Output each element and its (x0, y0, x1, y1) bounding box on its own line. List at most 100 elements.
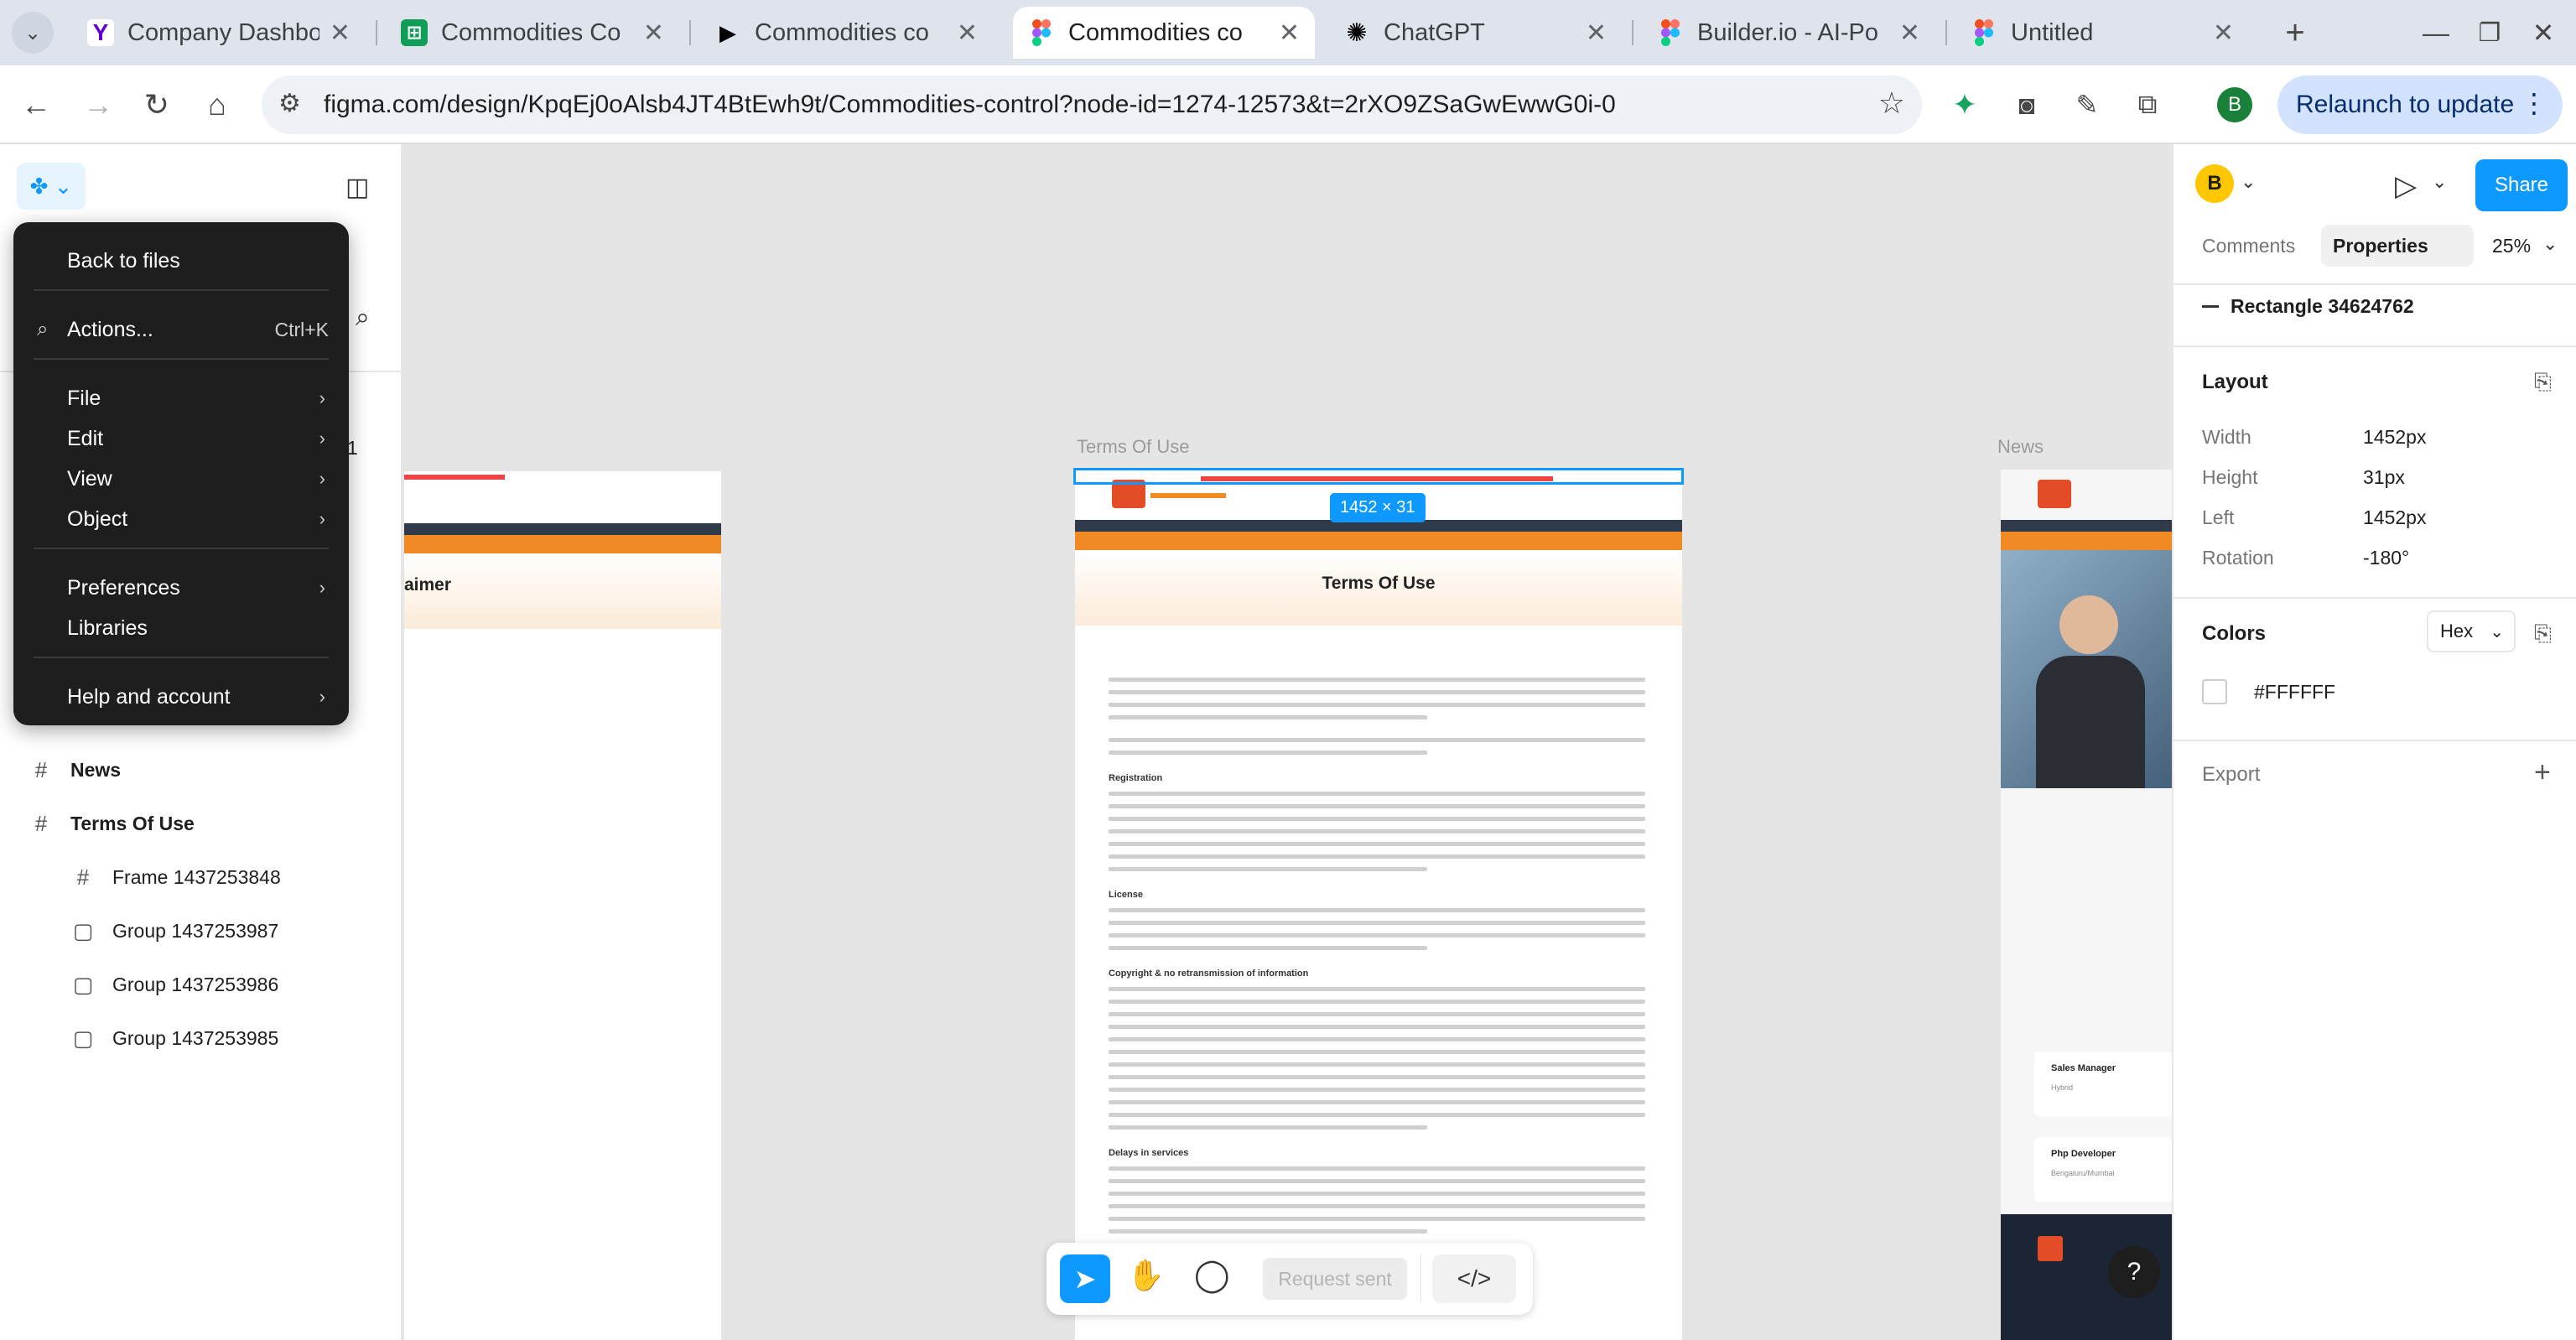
rotation-value[interactable]: -180° (2363, 547, 2409, 569)
frame-label-terms[interactable]: Terms Of Use (1077, 436, 1189, 458)
text-line (1109, 1025, 1645, 1029)
text-line (1109, 867, 1427, 871)
browser-tab-1[interactable]: Y Company Dashbo ✕ (72, 7, 366, 59)
chevron-down-icon[interactable]: ⌄ (2432, 171, 2447, 193)
menu-item-edit[interactable]: Edit › (13, 418, 349, 459)
height-value[interactable]: 31px (2363, 466, 2405, 489)
selection-outline[interactable] (1073, 468, 1684, 485)
back-arrow-icon[interactable]: ← (15, 84, 57, 126)
minimize-window-icon[interactable]: — (2415, 12, 2457, 54)
comment-tool-icon[interactable]: ◯ (1194, 1256, 1230, 1294)
frame-label-news[interactable]: News (1997, 436, 2044, 458)
zoom-level[interactable]: 25% (2492, 235, 2531, 257)
search-layers-icon[interactable]: ⌕ (356, 304, 370, 332)
frame-terms-of-use[interactable]: Terms Of Use Registration License Copyrigh… (1075, 470, 1682, 1340)
close-window-icon[interactable]: ✕ (2522, 12, 2564, 54)
browser-tab-4-active[interactable]: Commodities co ✕ (1013, 7, 1315, 59)
text-line (1109, 1192, 1645, 1196)
reload-icon[interactable]: ↻ (136, 84, 178, 126)
browser-tab-7[interactable]: Untitled ✕ (1955, 7, 2249, 59)
menu-item-back-to-files[interactable]: Back to files (13, 241, 349, 281)
menu-item-preferences[interactable]: Preferences › (13, 568, 349, 608)
text-line (1109, 1217, 1645, 1221)
close-tab-icon[interactable]: ✕ (957, 18, 978, 48)
extension-figma-plugin-icon[interactable]: ✦ (1944, 84, 1986, 126)
frame-news-partial[interactable]: Sales Manager Hybrid Php Developer Bengalur… (2001, 470, 2172, 1340)
menu-divider (34, 548, 329, 549)
present-play-icon[interactable]: ▷ (2395, 169, 2417, 203)
menu-item-actions[interactable]: ⌕ Actions... Ctrl+K (13, 309, 349, 350)
menu-item-object[interactable]: Object › (13, 499, 349, 539)
bookmark-star-icon[interactable]: ☆ (1878, 86, 1905, 121)
text-line (1109, 792, 1645, 796)
profile-avatar[interactable]: B (2217, 87, 2252, 122)
figma-main-menu-button[interactable]: ✤ ⌄ (17, 163, 86, 210)
layer-row[interactable]: # Terms Of Use (0, 797, 401, 850)
browser-tab-3[interactable]: ▶ Commodities co ✕ (699, 7, 993, 59)
browser-tab-5[interactable]: ✺ ChatGPT ✕ (1328, 7, 1622, 59)
dev-mode-code-icon[interactable]: </> (1432, 1254, 1516, 1303)
selection-name[interactable]: Rectangle 34624762 (2231, 295, 2414, 318)
left-value[interactable]: 1452px (2363, 506, 2426, 529)
new-tab-plus-icon[interactable]: + (2274, 12, 2316, 54)
ticker-bar (2001, 520, 2172, 532)
layer-row[interactable]: ▢ Group 1437253986 (0, 958, 401, 1011)
frame-disclaimer-partial[interactable]: aimer (404, 471, 721, 1340)
clipboard-icon[interactable]: ⎘ (2534, 369, 2552, 396)
group-layer-icon: ▢ (72, 971, 94, 997)
move-tool-cursor-icon[interactable]: ➤ (1060, 1254, 1110, 1303)
eyedropper-extension-icon[interactable]: ✎ (2066, 84, 2108, 126)
home-icon[interactable]: ⌂ (196, 84, 238, 126)
design-canvas[interactable]: aimer Terms Of Use Terms Of Use Registra… (404, 144, 2172, 1340)
width-value[interactable]: 1452px (2363, 426, 2426, 449)
color-hex-value[interactable]: #FFFFFF (2254, 681, 2335, 704)
color-format-select[interactable]: Hex ⌄ (2427, 610, 2516, 652)
menu-item-view[interactable]: View › (13, 459, 349, 499)
more-vert-icon[interactable]: ⋮ (2521, 87, 2547, 119)
nav-bar (2001, 532, 2172, 550)
toggle-sidebar-icon[interactable]: ◫ (345, 173, 369, 202)
menu-item-help-and-account[interactable]: Help and account › (13, 677, 349, 717)
close-tab-icon[interactable]: ✕ (1279, 18, 1300, 48)
address-bar[interactable]: ⚙ figma.com/design/KpqEj0oAlsb4JT4BtEwh9… (262, 75, 1922, 134)
site-info-icon[interactable]: ⚙ (278, 89, 301, 118)
collaborator-avatar[interactable]: B (2195, 164, 2234, 203)
menu-item-file[interactable]: File › (13, 378, 349, 418)
export-section-title: Export (2202, 763, 2261, 786)
chevron-down-icon[interactable]: ⌄ (2542, 233, 2558, 255)
page-heading: aimer (404, 575, 452, 595)
close-tab-icon[interactable]: ✕ (1899, 18, 1920, 48)
restore-window-icon[interactable]: ❐ (2469, 12, 2511, 54)
hand-tool-icon[interactable]: ✋ (1127, 1258, 1165, 1293)
close-tab-icon[interactable]: ✕ (330, 18, 351, 48)
text-line (1109, 1179, 1645, 1183)
selection-size-badge: 1452 × 31 (1330, 493, 1426, 522)
help-question-icon[interactable]: ? (2108, 1246, 2160, 1298)
menu-item-libraries[interactable]: Libraries (13, 608, 349, 648)
close-tab-icon[interactable]: ✕ (2213, 18, 2234, 48)
tab-search-chevron-icon[interactable]: ⌄ (12, 12, 54, 54)
close-tab-icon[interactable]: ✕ (1586, 18, 1607, 48)
tab-properties[interactable]: Properties (2333, 235, 2428, 257)
browser-tab-6[interactable]: Builder.io - AI-Po ✕ (1642, 7, 1935, 59)
add-export-plus-icon[interactable]: + (2534, 756, 2551, 789)
tab-comments[interactable]: Comments (2202, 235, 2295, 257)
request-sent-button[interactable]: Request sent (1263, 1258, 1407, 1300)
layer-row[interactable]: # News (0, 743, 401, 797)
layer-row[interactable]: ▢ Group 1437253987 (0, 904, 401, 958)
job-card[interactable]: Sales Manager Hybrid (2034, 1052, 2172, 1117)
job-card[interactable]: Php Developer Bengaluru/Mumbai (2034, 1137, 2172, 1202)
close-tab-icon[interactable]: ✕ (643, 18, 664, 48)
forward-arrow-icon[interactable]: → (77, 84, 119, 126)
chevron-down-icon[interactable]: ⌄ (2241, 171, 2256, 193)
extensions-puzzle-icon[interactable]: ⧉ (2127, 84, 2168, 126)
camera-extension-icon[interactable]: ◙ (2006, 84, 2048, 126)
layer-row[interactable]: # Frame 1437253848 (0, 850, 401, 904)
clipboard-icon[interactable]: ⎘ (2534, 621, 2552, 647)
relaunch-to-update-button[interactable]: Relaunch to update ⋮ (2277, 75, 2563, 134)
layer-row[interactable]: ▢ Group 1437253985 (0, 1011, 401, 1065)
browser-tab-2[interactable]: ⊞ Commodities Co ✕ (386, 7, 679, 59)
share-button[interactable]: Share (2475, 159, 2568, 211)
text-line (1109, 1062, 1645, 1067)
color-swatch[interactable] (2202, 679, 2227, 704)
